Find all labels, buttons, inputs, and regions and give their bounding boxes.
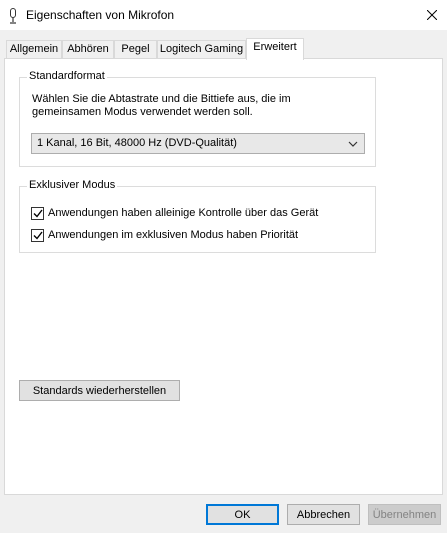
standard-format-title: Standardformat	[27, 70, 107, 82]
tab-label: Logitech Gaming	[159, 43, 244, 55]
title-bar: Eigenschaften von Mikrofon	[0, 0, 447, 30]
apply-button[interactable]: Übernehmen	[368, 504, 441, 525]
exclusive-priority-checkbox[interactable]	[31, 228, 44, 242]
cancel-button[interactable]: Abbrechen	[287, 504, 360, 525]
tab-abhoeren[interactable]: Abhören	[62, 40, 114, 59]
standard-format-description: Wählen Sie die Abtastrate und die Bittie…	[32, 93, 291, 118]
checkmark-icon	[33, 209, 43, 218]
exclusive-priority-label: Anwendungen im exklusiven Modus haben Pr…	[48, 229, 299, 241]
microphone-icon	[10, 8, 16, 24]
tab-label: Allgemein	[9, 43, 59, 55]
tab-label: Abhören	[67, 43, 109, 55]
tab-allgemein[interactable]: Allgemein	[6, 40, 62, 59]
chevron-down-icon	[348, 141, 358, 147]
standard-format-group: Standardformat Wählen Sie die Abtastrate…	[19, 70, 376, 167]
exclusive-mode-title: Exklusiver Modus	[27, 179, 118, 191]
exclusive-control-option[interactable]: Anwendungen haben alleinige Kontrolle üb…	[31, 205, 318, 221]
tab-logitech-gaming[interactable]: Logitech Gaming	[157, 40, 246, 59]
tab-label: Pegel	[121, 43, 150, 55]
tab-pegel[interactable]: Pegel	[114, 40, 157, 59]
checkmark-icon	[33, 231, 43, 240]
tab-erweitert[interactable]: Erweitert	[246, 38, 304, 60]
close-button[interactable]	[417, 0, 447, 30]
format-dropdown[interactable]: 1 Kanal, 16 Bit, 48000 Hz (DVD-Qualität)	[31, 133, 365, 154]
ok-button[interactable]: OK	[206, 504, 279, 525]
restore-defaults-button[interactable]: Standards wiederherstellen	[19, 380, 180, 401]
format-dropdown-value: 1 Kanal, 16 Bit, 48000 Hz (DVD-Qualität)	[37, 137, 237, 149]
exclusive-control-label: Anwendungen haben alleinige Kontrolle üb…	[48, 207, 319, 219]
tab-panel-erweitert: Standardformat Wählen Sie die Abtastrate…	[4, 58, 443, 495]
close-icon	[427, 10, 437, 20]
tab-label: Erweitert	[253, 41, 297, 53]
exclusive-mode-group: Exklusiver Modus Anwendungen haben allei…	[19, 179, 376, 253]
window-title: Eigenschaften von Mikrofon	[26, 8, 175, 22]
tab-strip: Allgemein Abhören Pegel Logitech Gaming …	[6, 38, 443, 60]
exclusive-priority-option[interactable]: Anwendungen im exklusiven Modus haben Pr…	[31, 227, 298, 243]
exclusive-control-checkbox[interactable]	[31, 206, 44, 220]
